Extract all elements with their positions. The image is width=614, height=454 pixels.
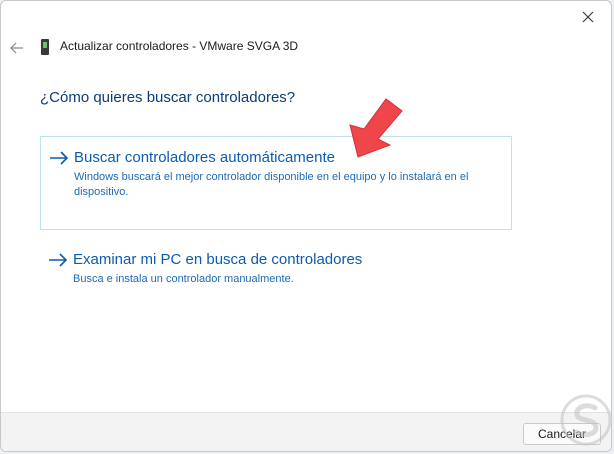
arrow-right-icon [50,151,69,165]
option-title: Buscar controladores automáticamente [74,149,335,166]
close-button[interactable] [565,1,611,32]
device-icon [41,39,49,55]
arrow-right-icon [49,253,68,267]
dialog-window: Actualizar controladores - VMware SVGA 3… [0,0,612,452]
option-description: Windows buscará el mejor controlador dis… [74,171,469,198]
option-description: Busca e instala un controlador manualmen… [73,273,294,285]
page-question: ¿Cómo quieres buscar controladores? [40,89,296,106]
back-button[interactable] [7,38,27,58]
option-browse-my-pc[interactable]: Examinar mi PC en busca de controladores… [40,239,512,299]
watermark-logo-icon [560,394,611,446]
window-title: Actualizar controladores - VMware SVGA 3… [60,39,299,53]
close-icon [582,11,594,22]
back-arrow-icon [10,42,23,54]
dialog-footer: Cancelar [1,412,611,451]
option-search-automatically[interactable]: Buscar controladores automáticamente Win… [40,136,512,230]
annotation-arrow-icon [349,98,403,158]
title-bar: Actualizar controladores - VMware SVGA 3… [1,32,611,62]
option-title: Examinar mi PC en busca de controladores [73,251,363,268]
